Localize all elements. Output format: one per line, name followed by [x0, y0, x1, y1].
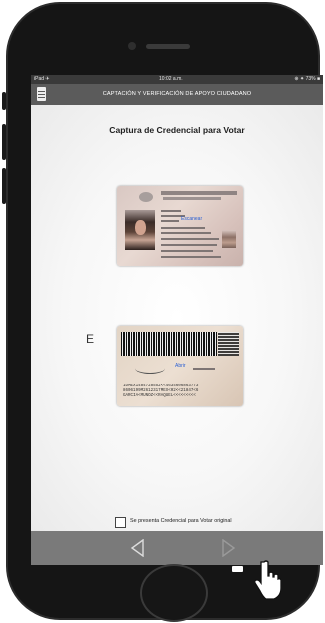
capture-content: Captura de Credencial para Votar Escanea… [31, 105, 323, 531]
page-title: Captura de Credencial para Votar [109, 125, 245, 135]
qr-code [218, 332, 239, 356]
app-screen: iPad ✈ 10:02 a.m. ⊕ ⁕ 73% ■ CAPTACIÓN Y … [31, 75, 323, 565]
credential-front-image[interactable]: Escanear [117, 186, 243, 266]
screen-glare [232, 566, 243, 572]
side-letter: E [86, 332, 95, 346]
credential-header [139, 191, 239, 206]
mute-switch [2, 92, 6, 110]
status-battery: ⊕ ⁕ 73% ■ [294, 76, 320, 82]
credential-photo [125, 210, 155, 250]
original-credential-label: Se presenta Credencial para Votar origin… [130, 518, 232, 524]
volume-down-button [2, 168, 6, 204]
signature [135, 363, 165, 374]
app-title: CAPTACIÓN Y VERIFICACIÓN DE APOYO CIUDAD… [102, 91, 252, 97]
status-carrier: iPad ✈ [34, 76, 50, 82]
front-scan-link[interactable]: Escanear [181, 216, 202, 222]
app-header: CAPTACIÓN Y VERIFICACIÓN DE APOYO CIUDAD… [31, 84, 323, 105]
hand-cursor-icon [255, 560, 281, 600]
status-bar: iPad ✈ 10:02 a.m. ⊕ ⁕ 73% ■ [31, 75, 323, 84]
front-camera [128, 42, 136, 50]
credential-ghost-photo [222, 230, 236, 248]
status-time: 10:02 a.m. [159, 76, 183, 82]
home-button[interactable] [140, 564, 208, 622]
chevron-right-icon[interactable] [219, 539, 237, 557]
chevron-left-icon[interactable] [129, 539, 147, 557]
volume-up-button [2, 124, 6, 160]
earpiece-speaker [146, 44, 190, 49]
barcode [121, 332, 217, 356]
mrz-line: GARCIA<MUNOZ<<RAQUEL<<<<<<<<< [123, 394, 196, 399]
original-credential-option[interactable]: Se presenta Credencial para Votar origin… [115, 517, 315, 531]
mrz-text: IDMEX1484728552<<4634606863773 8606199M2… [123, 384, 237, 400]
credential-back-image[interactable]: Abrir IDMEX1484728552<<4634606863773 860… [117, 326, 243, 406]
original-credential-checkbox[interactable] [115, 517, 126, 528]
back-open-link[interactable]: Abrir [175, 363, 186, 369]
